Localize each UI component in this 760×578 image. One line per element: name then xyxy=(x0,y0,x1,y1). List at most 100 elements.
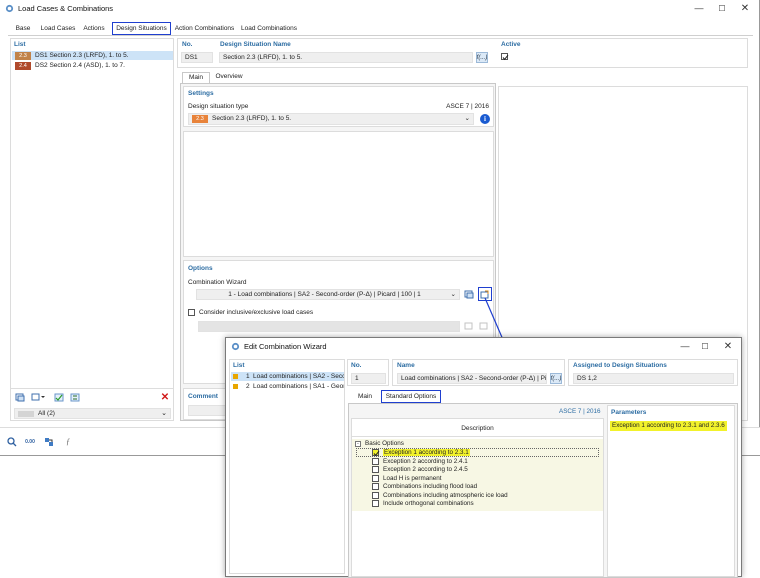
list-item[interactable]: 2.3 DS1 Section 2.3 (LRFD), 1. to 5. xyxy=(12,51,173,60)
tab-design-situations[interactable]: Design Situations xyxy=(112,22,171,35)
option-row[interactable]: Combinations including flood load xyxy=(372,483,477,492)
header-panel: No. DS1 Design Situation Name Section 2.… xyxy=(177,38,748,68)
combo-wizard-value: 1 - Load combinations | SA2 - Second-ord… xyxy=(228,291,421,298)
tab-actions[interactable]: Actions xyxy=(80,24,108,35)
option-row[interactable]: Exception 1 according to 2.3.1 xyxy=(372,449,470,458)
list-item[interactable]: 1 Load combinations | SA2 - Secon xyxy=(231,372,344,381)
active-checkbox[interactable] xyxy=(501,53,509,61)
tab-load-combinations[interactable]: Load Combinations xyxy=(239,24,299,35)
dialog-no-label: No. xyxy=(351,362,362,369)
option-checkbox[interactable] xyxy=(372,474,379,482)
filter-select[interactable]: All (2) ⌄ xyxy=(14,408,171,419)
comment-label: Comment xyxy=(188,393,218,400)
app-icon xyxy=(231,342,240,350)
list-item[interactable]: 2 Load combinations | SA1 - Geom xyxy=(231,382,344,391)
tab-main[interactable]: Main xyxy=(182,72,210,83)
option-label: Combinations including atmospheric ice l… xyxy=(383,491,508,499)
dialog-assigned-field[interactable]: DS 1,2 xyxy=(573,373,734,384)
tab-overview[interactable]: Overview xyxy=(212,72,246,83)
list-panel: List 2.3 DS1 Section 2.3 (LRFD), 1. to 5.… xyxy=(10,38,174,421)
option-checkbox[interactable] xyxy=(372,457,379,465)
tab-load-cases[interactable]: Load Cases xyxy=(40,24,76,35)
option-row[interactable]: Exception 2 according to 2.4.5 xyxy=(372,466,468,475)
new-wizard-button[interactable] xyxy=(463,289,475,300)
close-button[interactable]: ✕ xyxy=(738,2,752,14)
collapse-icon[interactable]: - xyxy=(355,440,361,447)
dialog-standard: ASCE 7 | 2016 xyxy=(559,408,601,415)
dialog-tab-standard-options[interactable]: Standard Options xyxy=(381,390,441,403)
list-item-label: Load combinations | SA2 - Secon xyxy=(253,373,344,380)
option-row[interactable]: Load H is permanent xyxy=(372,474,441,483)
consider-field xyxy=(198,321,460,332)
dialog-tab-content: ASCE 7 | 2016 Parameters Exception 1 acc… xyxy=(348,403,738,578)
dialog-title: Edit Combination Wizard xyxy=(244,341,327,351)
search-icon[interactable] xyxy=(6,436,18,447)
list-header: List xyxy=(14,41,26,48)
new-load-case-button xyxy=(463,321,475,332)
list-item[interactable]: 2.4 DS2 Section 2.4 (ASD), 1. to 7. xyxy=(12,61,173,70)
option-label: Exception 2 according to 2.4.5 xyxy=(383,466,468,474)
blank-panel xyxy=(183,131,494,257)
dialog-no-panel: No. 1 xyxy=(347,359,389,386)
check-button[interactable] xyxy=(53,392,65,403)
combo-wizard-select[interactable]: 1 - Load combinations | SA2 - Second-ord… xyxy=(196,289,460,300)
option-label: Load H is permanent xyxy=(383,474,442,482)
units-icon[interactable]: 0.00 xyxy=(24,436,36,447)
name-field[interactable]: Section 2.3 (LRFD), 1. to 5. xyxy=(219,52,473,63)
dialog-name-label: Name xyxy=(397,362,415,369)
dialog-name-panel: Name Load combinations | SA2 - Second-or… xyxy=(392,359,565,386)
dialog-name-field[interactable]: Load combinations | SA2 - Second-order (… xyxy=(397,373,547,384)
sort-button[interactable] xyxy=(69,392,81,403)
description-header-line xyxy=(352,436,603,437)
option-row[interactable]: Exception 2 according to 2.4.1 xyxy=(372,457,468,466)
dialog-edit-name-button[interactable]: f(...) xyxy=(550,373,562,384)
dialog-assigned-label: Assigned to Design Situations xyxy=(573,362,667,369)
maximize-button[interactable]: ☐ xyxy=(715,2,729,14)
ds-standard: ASCE 7 | 2016 xyxy=(446,103,489,110)
no-label: No. xyxy=(182,41,193,48)
settings-label: Settings xyxy=(188,90,214,97)
dialog-close-button[interactable]: ✕ xyxy=(721,340,735,352)
copy-item-button[interactable] xyxy=(29,392,47,403)
dialog-no-field[interactable]: 1 xyxy=(351,373,386,384)
option-checkbox[interactable] xyxy=(372,483,379,491)
new-item-button[interactable] xyxy=(14,392,26,403)
minimize-button[interactable]: — xyxy=(692,2,706,14)
delete-icon[interactable]: ✕ xyxy=(159,392,171,403)
function-icon[interactable]: ƒ xyxy=(62,436,74,447)
group-label: Basic Options xyxy=(365,440,404,447)
consider-checkbox-box[interactable] xyxy=(188,309,195,316)
dialog-assigned-panel: Assigned to Design Situations DS 1,2 xyxy=(568,359,738,386)
option-checkbox[interactable] xyxy=(372,491,379,499)
option-checkbox[interactable] xyxy=(372,500,379,508)
consider-label: Consider inclusive/exclusive load cases xyxy=(199,309,314,316)
option-row[interactable]: Combinations including atmospheric ice l… xyxy=(372,491,508,500)
edit-name-button[interactable]: f(...) xyxy=(476,52,488,63)
info-icon[interactable]: i xyxy=(480,114,490,124)
option-checkbox[interactable] xyxy=(372,466,379,474)
list-item-num: 1 xyxy=(246,373,250,380)
group-expander[interactable]: - Basic Options xyxy=(355,440,404,447)
list-item-label: DS2 Section 2.4 (ASD), 1. to 7. xyxy=(35,62,125,69)
dialog-titlebar: Edit Combination Wizard xyxy=(226,338,741,354)
option-label: Exception 2 according to 2.4.1 xyxy=(383,457,468,465)
settings-panel: Settings Design situation type ASCE 7 | … xyxy=(183,86,494,127)
consider-checkbox[interactable]: Consider inclusive/exclusive load cases xyxy=(188,309,313,316)
tab-action-combinations[interactable]: Action Combinations xyxy=(173,24,236,35)
dialog-minimize-button[interactable]: — xyxy=(678,340,692,352)
model-icon[interactable] xyxy=(43,436,55,447)
list-item-badge: 2.3 xyxy=(15,52,31,60)
ds-type-select[interactable]: 2.3 Section 2.3 (LRFD), 1. to 5. ⌄ xyxy=(188,113,474,125)
dialog-tab-main[interactable]: Main xyxy=(352,392,378,403)
list-item-num: 2 xyxy=(246,383,250,390)
dialog-maximize-button[interactable]: ☐ xyxy=(698,340,712,352)
main-window-title: Load Cases & Combinations xyxy=(18,4,114,13)
active-label: Active xyxy=(501,41,521,48)
no-field[interactable]: DS1 xyxy=(181,52,213,63)
option-row[interactable]: Include orthogonal combinations xyxy=(372,500,474,509)
option-checkbox[interactable] xyxy=(372,449,380,457)
main-titlebar: Load Cases & Combinations xyxy=(0,0,759,17)
list-item-label: Load combinations | SA1 - Geom xyxy=(253,383,344,390)
tab-base[interactable]: Base xyxy=(11,24,35,35)
ds-type-label: Design situation type xyxy=(188,103,249,110)
